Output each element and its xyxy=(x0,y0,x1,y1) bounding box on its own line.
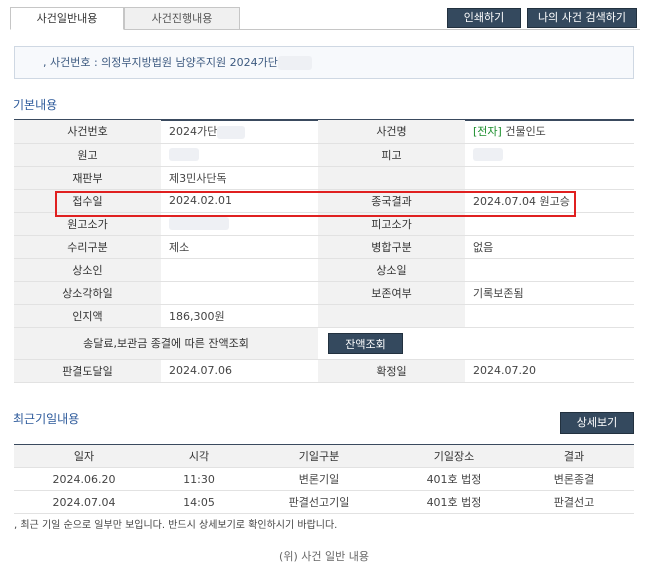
redacted-block xyxy=(217,125,246,139)
appellant-value xyxy=(161,258,318,282)
table-row: 송달료,보관금 종결에 따른 잔액조회 잔액조회 xyxy=(14,327,634,360)
recent-hearings-table: 일자 시각 기일구분 기일장소 결과 2024.06.20 11:30 변론기일… xyxy=(14,444,634,514)
plaintiff-value xyxy=(161,143,318,167)
case-number-text: 사건번호 : 의정부지방법원 남양주지원 2024가단 xyxy=(50,56,278,69)
empty-value xyxy=(465,166,634,190)
tab-case-progress[interactable]: 사건진행내용 xyxy=(124,7,240,30)
acceptance-type-label: 수리구분 xyxy=(14,235,161,259)
section-title-basic: 기본내용 xyxy=(13,98,58,112)
print-button[interactable]: 인쇄하기 xyxy=(447,8,521,28)
defendant-value xyxy=(465,143,634,167)
defendant-label: 피고 xyxy=(318,143,465,167)
col-date: 일자 xyxy=(14,444,154,468)
table-row: 상소각하일 보존여부 기록보존됨 xyxy=(14,281,634,305)
delivery-date-value: 2024.07.06 xyxy=(161,359,318,383)
col-time: 시각 xyxy=(154,444,244,468)
confirmed-date-label: 확정일 xyxy=(318,359,465,383)
stamp-fee-value: 186,300원 xyxy=(161,304,318,328)
col-place: 기일장소 xyxy=(394,444,514,468)
appeal-dismissed-label: 상소각하일 xyxy=(14,281,161,305)
redacted-block xyxy=(169,148,199,162)
hearing-time: 11:30 xyxy=(154,467,244,491)
case-name-text: 건물인도 xyxy=(501,125,546,139)
table-row: 인지액 186,300원 xyxy=(14,304,634,328)
col-type: 기일구분 xyxy=(244,444,394,468)
table-row: 수리구분 제소 병합구분 없음 xyxy=(14,235,634,259)
hearing-result: 판결선고 xyxy=(514,490,634,514)
preservation-label: 보존여부 xyxy=(318,281,465,305)
deposit-balance-label: 송달료,보관금 종결에 따른 잔액조회 xyxy=(14,327,318,360)
hearing-type: 변론기일 xyxy=(244,467,394,491)
case-name-label: 사건명 xyxy=(318,120,465,144)
hearing-time: 14:05 xyxy=(154,490,244,514)
figure-caption: (위) 사건 일반 내용 xyxy=(279,550,369,563)
case-number-box: , 사건번호 : 의정부지방법원 남양주지원 2024가단 xyxy=(14,46,634,79)
division-value: 제3민사단독 xyxy=(161,166,318,190)
deposit-balance-cell: 잔액조회 xyxy=(318,327,634,360)
empty-label xyxy=(318,166,465,190)
division-label: 재판부 xyxy=(14,166,161,190)
redacted-block xyxy=(169,217,229,231)
redacted-block xyxy=(473,148,503,162)
stamp-fee-label: 인지액 xyxy=(14,304,161,328)
acceptance-type-value: 제소 xyxy=(161,235,318,259)
hearing-place: 401호 법정 xyxy=(394,467,514,491)
preservation-value: 기록보존됨 xyxy=(465,281,634,305)
tab-case-general[interactable]: 사건일반내용 xyxy=(10,7,124,30)
plaintiff-label: 원고 xyxy=(14,143,161,167)
table-row: 2024.06.20 11:30 변론기일 401호 법정 변론종결 xyxy=(14,467,634,491)
case-number-label: 사건번호 xyxy=(14,120,161,144)
hearing-result: 변론종결 xyxy=(514,467,634,491)
highlight-box xyxy=(55,191,576,217)
table-row: 재판부 제3민사단독 xyxy=(14,166,634,190)
case-number-value: 2024가단 xyxy=(161,120,318,144)
case-name-value: [전자] 건물인도 xyxy=(465,120,634,144)
detail-view-button[interactable]: 상세보기 xyxy=(560,412,634,434)
electronic-tag: [전자] xyxy=(473,125,502,139)
appeal-dismissed-value xyxy=(161,281,318,305)
hearing-place: 401호 법정 xyxy=(394,490,514,514)
merge-type-value: 없음 xyxy=(465,235,634,259)
notice-message: 최근 기일 순으로 일부만 보입니다. 반드시 상세보기로 확인하시기 바랍니다… xyxy=(20,520,338,531)
empty-label xyxy=(318,304,465,328)
basic-info-table: 사건번호 2024가단 사건명 [전자] 건물인도 원고 피고 재판부 제3민사… xyxy=(14,120,634,383)
notice-text: , 최근 기일 순으로 일부만 보입니다. 반드시 상세보기로 확인하시기 바랍… xyxy=(14,516,337,531)
table-row: 원고 피고 xyxy=(14,143,634,167)
hearing-date: 2024.06.20 xyxy=(14,467,154,491)
hearing-date: 2024.07.04 xyxy=(14,490,154,514)
hearing-type: 판결선고기일 xyxy=(244,490,394,514)
table-row: 상소인 상소일 xyxy=(14,258,634,282)
delivery-date-label: 판결도달일 xyxy=(14,359,161,383)
balance-inquiry-button[interactable]: 잔액조회 xyxy=(328,332,403,354)
appellant-label: 상소인 xyxy=(14,258,161,282)
table-row: 2024.07.04 14:05 판결선고기일 401호 법정 판결선고 xyxy=(14,490,634,514)
col-result: 결과 xyxy=(514,444,634,468)
table-header-row: 일자 시각 기일구분 기일장소 결과 xyxy=(14,444,634,468)
table-row: 사건번호 2024가단 사건명 [전자] 건물인도 xyxy=(14,120,634,144)
table-row: 판결도달일 2024.07.06 확정일 2024.07.20 xyxy=(14,359,634,383)
bullet: , xyxy=(43,56,50,69)
confirmed-date-value: 2024.07.20 xyxy=(465,359,634,383)
section-title-recent: 최근기일내용 xyxy=(13,412,80,426)
my-case-search-button[interactable]: 나의 사건 검색하기 xyxy=(527,8,637,28)
merge-type-label: 병합구분 xyxy=(318,235,465,259)
empty-value xyxy=(465,304,634,328)
appeal-date-value xyxy=(465,258,634,282)
redacted-block xyxy=(277,56,312,70)
case-number-text: 2024가단 xyxy=(169,125,218,139)
appeal-date-label: 상소일 xyxy=(318,258,465,282)
